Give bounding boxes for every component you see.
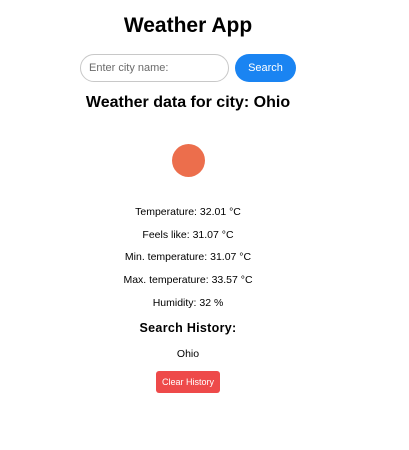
max-temperature-text: Max. temperature: 33.57 °C	[123, 274, 253, 286]
temperature-text: Temperature: 32.01 °C	[135, 206, 241, 218]
city-search-input[interactable]	[80, 54, 229, 82]
humidity-text: Humidity: 32 %	[152, 297, 224, 309]
weather-icon	[172, 144, 205, 177]
min-temperature-text: Min. temperature: 31.07 °C	[124, 251, 252, 263]
city-weather-heading: Weather data for city: Ohio	[85, 94, 291, 111]
app-title: Weather App	[123, 14, 253, 37]
search-history-heading: Search History:	[139, 321, 237, 335]
clear-history-button[interactable]: Clear History	[156, 371, 220, 393]
weather-app: Weather App Search Weather data for city…	[0, 0, 409, 450]
search-button[interactable]: Search	[235, 54, 296, 82]
history-item-ohio[interactable]: Ohio	[0, 347, 376, 361]
feels-like-text: Feels like: 31.07 °C	[142, 229, 234, 241]
